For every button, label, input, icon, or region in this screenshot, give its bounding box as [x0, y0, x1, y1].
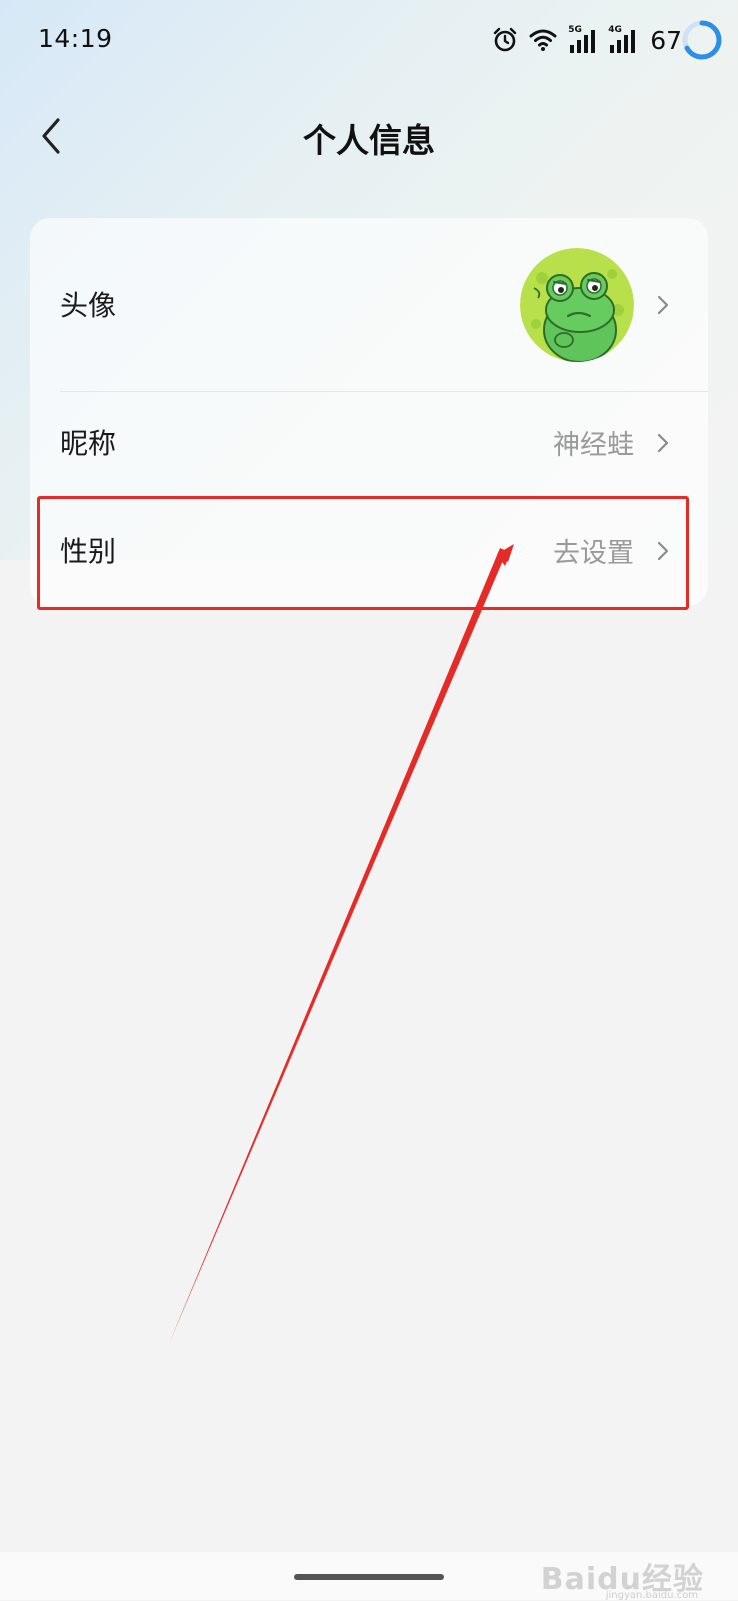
status-icons: 5G 4G 67: [492, 18, 682, 62]
signal-4g-label: 4G: [608, 25, 622, 35]
row-nickname-value: 神经蛙: [553, 430, 634, 461]
status-bar: 14:19 5G 4G 67: [0, 0, 738, 80]
signal-4g-icon: 4G: [608, 25, 638, 55]
nav-bar: 个人信息: [0, 96, 738, 176]
wifi-icon: [529, 29, 557, 51]
avatar[interactable]: [520, 248, 634, 362]
frog-avatar-image: [520, 248, 634, 362]
battery-ring-icon: [682, 20, 722, 60]
row-avatar-label: 头像: [60, 289, 117, 322]
row-nickname-label: 昵称: [60, 427, 117, 460]
row-avatar[interactable]: 头像: [30, 218, 708, 391]
alarm-icon: [493, 27, 517, 52]
chevron-right-icon: [657, 433, 669, 453]
watermark-url: jingyan.baidu.com: [605, 1590, 698, 1601]
annotation-highlight-box: [37, 496, 689, 610]
signal-5g-icon: 5G: [568, 25, 598, 55]
battery-percent: 67: [650, 25, 682, 55]
home-indicator[interactable]: [294, 1574, 444, 1580]
status-time: 14:19: [38, 24, 113, 53]
row-nickname[interactable]: 昵称 神经蛙: [30, 392, 708, 494]
page-title: 个人信息: [303, 121, 435, 160]
signal-5g-label: 5G: [568, 25, 582, 35]
chevron-right-icon: [657, 295, 669, 315]
